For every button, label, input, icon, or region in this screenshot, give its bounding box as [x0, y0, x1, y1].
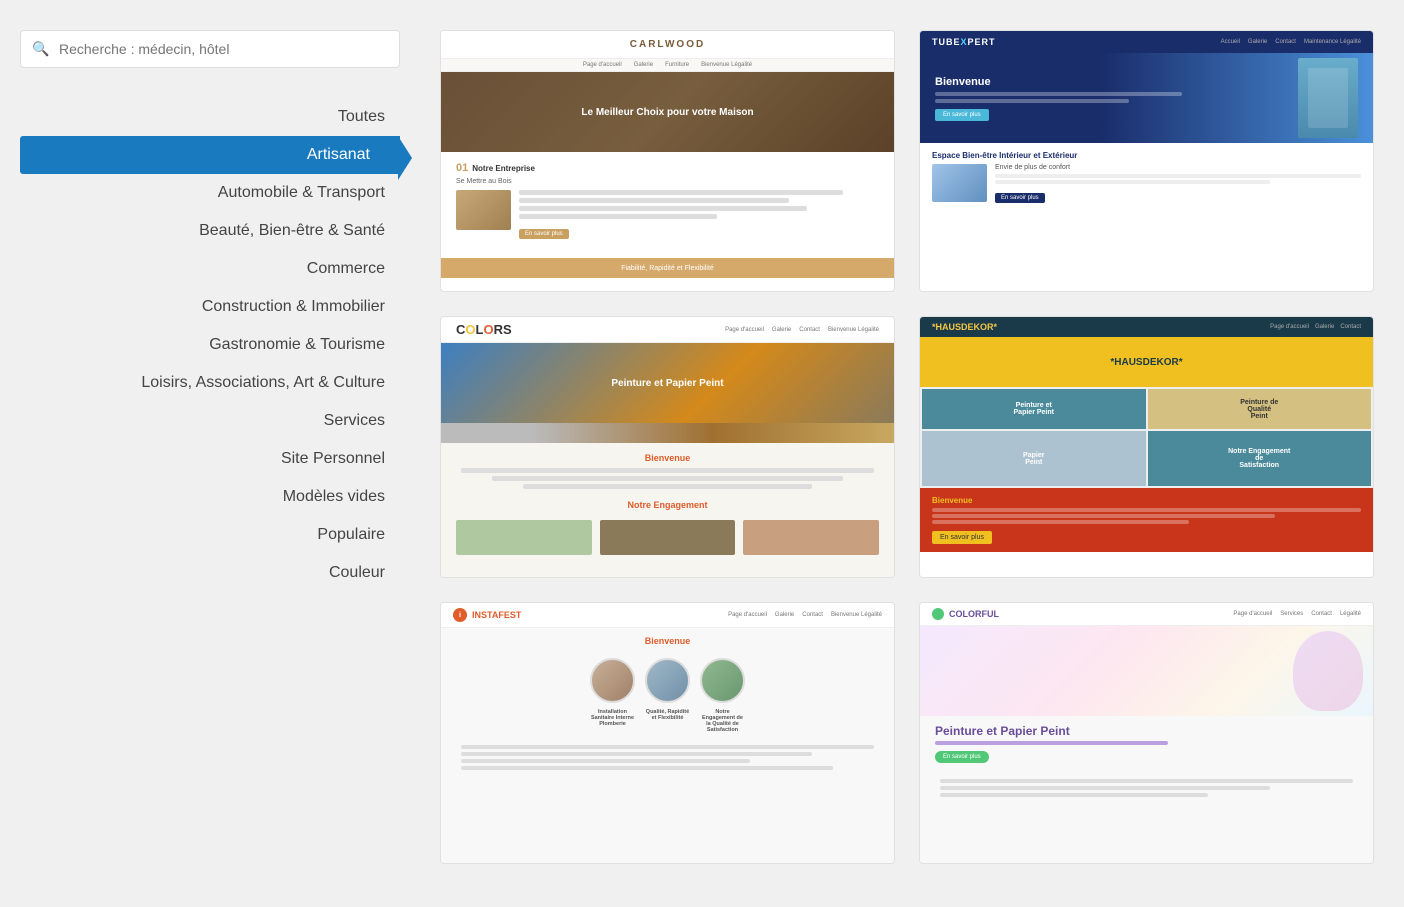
template-grid: CARLWOOD Page d'accueil Galerie Furnitur… [440, 30, 1374, 864]
search-container: 🔍 [20, 30, 400, 68]
template-card-tubexpert[interactable]: TUBEXPERT Accueil Galerie Contact Mainte… [919, 30, 1374, 292]
sidebar-item-loisirs[interactable]: Loisirs, Associations, Art & Culture [20, 364, 400, 402]
sidebar-item-populaire[interactable]: Populaire [20, 516, 400, 554]
template-card-instafest[interactable]: i INSTAFEST Page d'accueil Galerie Conta… [440, 602, 895, 864]
sidebar-item-gastronomie[interactable]: Gastronomie & Tourisme [20, 326, 400, 364]
search-icon: 🔍 [32, 41, 49, 58]
colorful-nav: COLORFUL Page d'accueil Services Contact… [920, 603, 1373, 626]
search-input[interactable] [20, 30, 400, 68]
category-nav: Toutes Artisanat Automobile & Transport … [20, 98, 400, 592]
hausdekor-welcome: Bienvenue En savoir plus [920, 488, 1373, 552]
sidebar-item-beaute[interactable]: Beauté, Bien-être & Santé [20, 212, 400, 250]
sidebar-item-couleur[interactable]: Couleur [20, 554, 400, 592]
template-card-colors[interactable]: COLORS Page d'accueil Galerie Contact Bi… [440, 316, 895, 578]
tubexpert-hero: Bienvenue En savoir plus [920, 53, 1373, 143]
sidebar-item-services[interactable]: Services [20, 402, 400, 440]
colors-engagement: Notre Engagement [441, 492, 894, 515]
sidebar-item-automobile[interactable]: Automobile & Transport [20, 174, 400, 212]
sidebar-item-toutes[interactable]: Toutes [20, 98, 400, 136]
main-content: CARLWOOD Page d'accueil Galerie Furnitur… [420, 0, 1404, 907]
instafest-nav: i INSTAFEST Page d'accueil Galerie Conta… [441, 603, 894, 628]
hausdekor-nav: *HAUSDEKOR* Page d'accueil Galerie Conta… [920, 317, 1373, 337]
colors-hero: Peinture et Papier Peint [441, 343, 894, 423]
hausdekor-grid: Peinture etPapier Peint Peinture deQuali… [920, 387, 1373, 488]
colors-bienvenue: Bienvenue [441, 443, 894, 468]
template-card-carlwood[interactable]: CARLWOOD Page d'accueil Galerie Furnitur… [440, 30, 895, 292]
sidebar-item-construction[interactable]: Construction & Immobilier [20, 288, 400, 326]
instafest-bienvenue: Bienvenue [441, 628, 894, 652]
colors-nav: COLORS Page d'accueil Galerie Contact Bi… [441, 317, 894, 343]
carlwood-footer: Fiabilité, Rapidité et Flexibilité [441, 258, 894, 278]
hausdekor-hero: *HAUSDEKOR* [920, 337, 1373, 387]
carlwood-section: 01 Notre Entreprise Se Mettre au Bois En… [441, 152, 894, 250]
carlwood-hero-text: Le Meilleur Choix pour votre Maison [581, 107, 753, 118]
sidebar: 🔍 Toutes Artisanat Automobile & Transpor… [0, 0, 420, 907]
tubexpert-nav: TUBEXPERT Accueil Galerie Contact Mainte… [920, 31, 1373, 53]
template-card-colorful[interactable]: COLORFUL Page d'accueil Services Contact… [919, 602, 1374, 864]
template-card-hausdekor[interactable]: *HAUSDEKOR* Page d'accueil Galerie Conta… [919, 316, 1374, 578]
sidebar-item-artisanat[interactable]: Artisanat [20, 136, 400, 174]
colorful-hero [920, 626, 1373, 716]
sidebar-item-modeles-vides[interactable]: Modèles vides [20, 478, 400, 516]
carlwood-hero: Le Meilleur Choix pour votre Maison [441, 72, 894, 152]
instafest-circles [441, 652, 894, 709]
sidebar-item-site-personnel[interactable]: Site Personnel [20, 440, 400, 478]
carlwood-header: CARLWOOD [441, 31, 894, 59]
sidebar-item-commerce[interactable]: Commerce [20, 250, 400, 288]
instafest-labels: Installation Sanitaire Interne Plomberie… [441, 709, 894, 739]
